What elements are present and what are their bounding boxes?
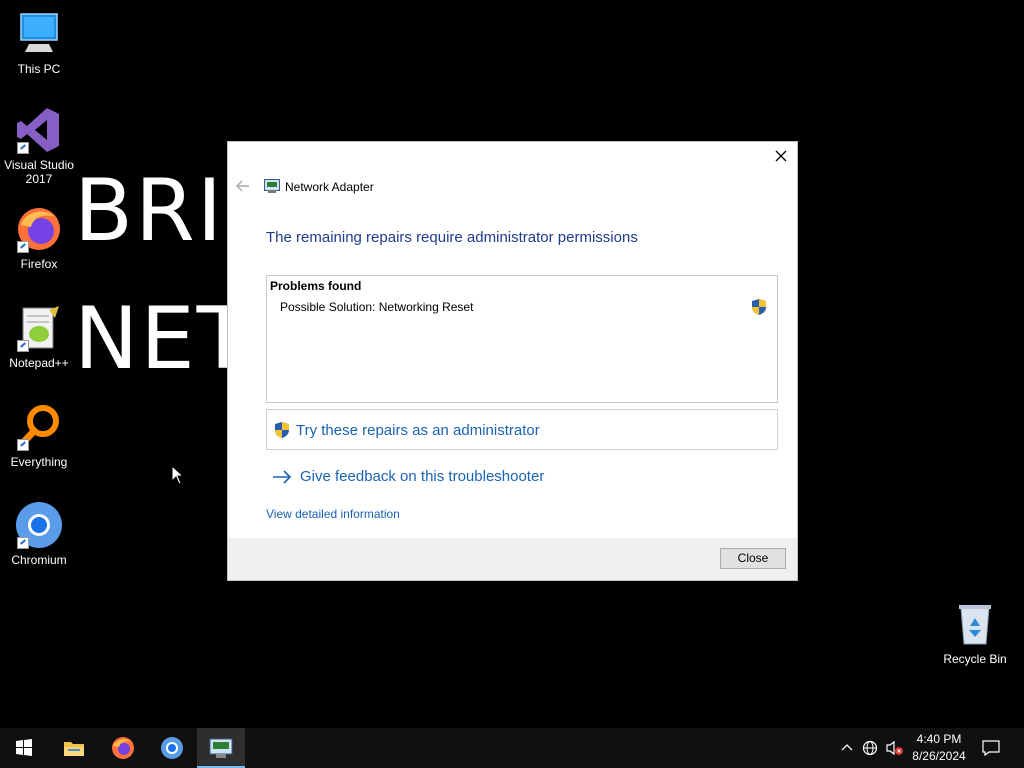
show-hidden-icons-button[interactable]	[840, 740, 854, 759]
dialog-title: Network Adapter	[285, 180, 374, 194]
shortcut-arrow-icon	[17, 142, 29, 154]
clock-time: 4:40 PM	[916, 732, 962, 746]
wallpaper-text-line1: BRI	[74, 161, 225, 261]
try-as-administrator-label: Try these repairs as an administrator	[296, 422, 540, 439]
problems-found-title: Problems found	[270, 279, 362, 293]
close-button[interactable]: Close	[720, 548, 786, 569]
desktop-icon-label: This PC	[17, 62, 61, 76]
desktop-icon-firefox[interactable]: Firefox	[0, 205, 78, 271]
taskbar-chromium[interactable]	[148, 728, 196, 768]
visual-studio-icon	[15, 106, 63, 154]
desktop: BRI NET This PC Visual Studio 2017 Firef…	[0, 0, 1024, 728]
notepad-plus-plus-icon	[15, 304, 63, 352]
firefox-icon	[112, 737, 134, 759]
desktop-icon-label: Recycle Bin	[943, 652, 1007, 666]
shortcut-arrow-icon	[17, 241, 29, 253]
desktop-icon-this-pc[interactable]: This PC	[0, 10, 78, 76]
taskbar: 4:40 PM 8/26/2024	[0, 728, 1024, 768]
taskbar-firefox[interactable]	[99, 728, 147, 768]
network-globe-icon	[862, 740, 878, 756]
network-tray-button[interactable]	[862, 740, 880, 761]
taskbar-network-troubleshooter[interactable]	[197, 728, 245, 768]
desktop-icon-notepad-plus-plus[interactable]: Notepad++	[0, 304, 78, 370]
taskbar-file-explorer[interactable]	[50, 728, 98, 768]
desktop-icon-recycle-bin[interactable]: Recycle Bin	[938, 602, 1012, 666]
notification-icon	[982, 740, 1000, 757]
back-arrow-icon[interactable]	[236, 179, 250, 192]
shortcut-arrow-icon	[17, 537, 29, 549]
shortcut-arrow-icon	[17, 340, 29, 352]
give-feedback-label: Give feedback on this troubleshooter	[300, 468, 545, 485]
chevron-up-icon	[841, 744, 853, 751]
uac-shield-icon	[751, 298, 767, 316]
recycle-bin-icon	[953, 602, 997, 646]
desktop-icon-label: Everything	[10, 455, 68, 469]
mouse-cursor-icon	[171, 464, 185, 485]
desktop-icon-visual-studio[interactable]: Visual Studio 2017	[0, 106, 78, 186]
start-button[interactable]	[0, 728, 48, 768]
try-as-administrator-button[interactable]: Try these repairs as an administrator	[266, 409, 778, 450]
problem-item: Possible Solution: Networking Reset	[280, 300, 474, 314]
firefox-icon	[15, 205, 63, 253]
uac-shield-icon	[274, 421, 290, 439]
desktop-icon-label: Chromium	[11, 553, 67, 567]
action-center-button[interactable]	[982, 740, 1000, 761]
view-detailed-information-link[interactable]: View detailed information	[266, 507, 400, 521]
chromium-icon	[15, 501, 63, 549]
arrow-right-icon	[272, 470, 292, 484]
problems-found-panel: Problems found Possible Solution: Networ…	[266, 275, 778, 403]
network-troubleshooter-icon	[209, 738, 233, 758]
volume-muted-icon	[886, 740, 903, 756]
chromium-icon	[161, 737, 183, 759]
dialog-footer: Close	[228, 538, 797, 580]
wallpaper-text-line2: NET	[74, 289, 252, 389]
desktop-icon-chromium[interactable]: Chromium	[0, 501, 78, 567]
file-explorer-icon	[64, 742, 84, 756]
clock-date: 8/26/2024	[912, 749, 966, 763]
everything-search-icon	[15, 403, 63, 451]
close-icon[interactable]	[773, 148, 789, 164]
dialog-heading: The remaining repairs require administra…	[266, 229, 638, 246]
this-pc-icon	[15, 10, 63, 58]
shortcut-arrow-icon	[17, 439, 29, 451]
desktop-icon-everything[interactable]: Everything	[0, 403, 78, 469]
troubleshooter-dialog: Network Adapter The remaining repairs re…	[227, 141, 798, 581]
volume-tray-button[interactable]	[885, 740, 905, 761]
desktop-icon-label: Firefox	[20, 257, 58, 271]
start-icon	[16, 739, 32, 756]
desktop-icon-label: Notepad++	[9, 356, 69, 370]
taskbar-clock[interactable]: 4:40 PM 8/26/2024	[908, 731, 970, 765]
desktop-icon-label: Visual Studio 2017	[4, 158, 74, 186]
network-adapter-icon	[264, 179, 280, 193]
